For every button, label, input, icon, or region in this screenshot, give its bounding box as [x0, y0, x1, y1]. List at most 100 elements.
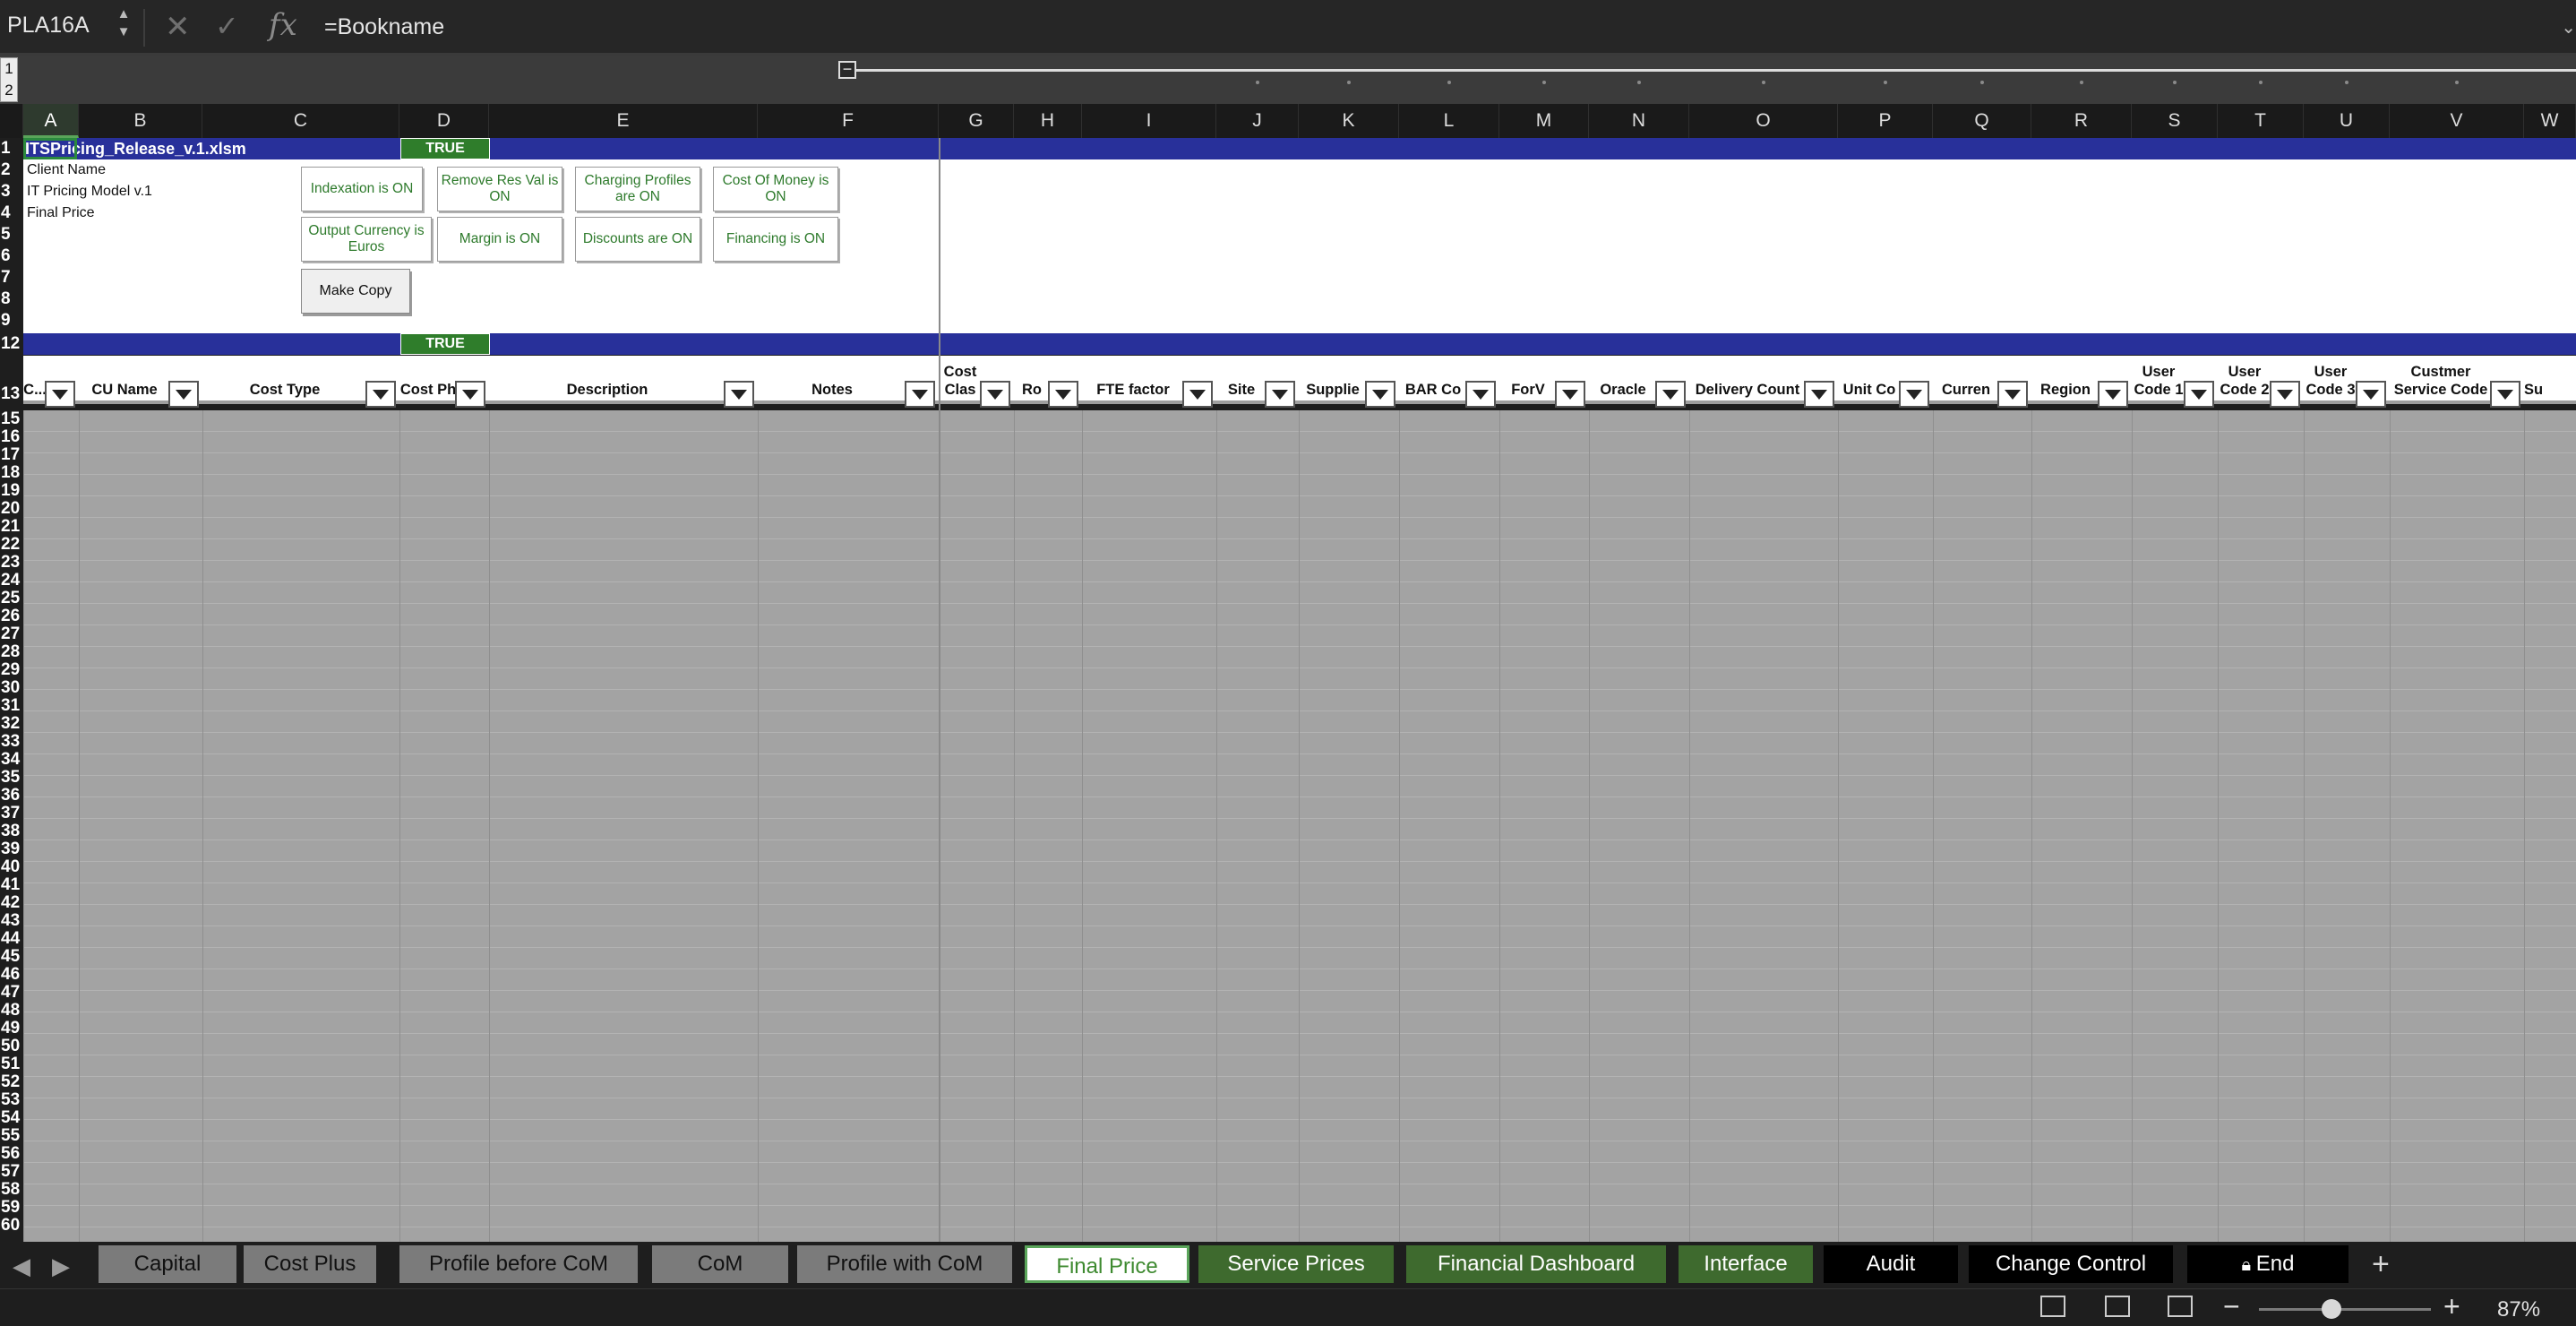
row-header[interactable]: 52 [0, 1073, 23, 1091]
row-header[interactable]: 46 [0, 966, 23, 984]
row-header[interactable]: 45 [0, 948, 23, 966]
chevron-down-icon[interactable]: ⌄ [2561, 16, 2576, 39]
tab-cost-plus[interactable]: Cost Plus [244, 1245, 376, 1283]
filter-dropdown-icon[interactable] [1555, 381, 1585, 408]
filter-dropdown-icon[interactable] [1365, 381, 1395, 408]
column-header-i[interactable]: I [1082, 104, 1216, 138]
column-header-f[interactable]: F [758, 104, 939, 138]
column-header-e[interactable]: E [489, 104, 758, 138]
row-header[interactable]: 38 [0, 822, 23, 840]
final-price-label[interactable]: Final Price [27, 202, 95, 224]
filter-dropdown-icon[interactable] [980, 381, 1010, 408]
margin-toggle-button[interactable]: Margin is ON [437, 217, 562, 262]
zoom-out-icon[interactable]: − [2223, 1290, 2240, 1323]
tab-financial-dashboard[interactable]: Financial Dashboard [1406, 1245, 1666, 1283]
enter-check-icon[interactable]: ✓ [215, 9, 239, 43]
filter-dropdown-icon[interactable] [1899, 381, 1929, 408]
row-header[interactable]: 56 [0, 1145, 23, 1163]
row-header[interactable]: 39 [0, 840, 23, 858]
row-header[interactable]: 2 [0, 159, 23, 181]
filter-dropdown-icon[interactable] [168, 381, 199, 408]
column-header-m[interactable]: M [1499, 104, 1589, 138]
filter-dropdown-icon[interactable] [2184, 381, 2214, 408]
filter-dropdown-icon[interactable] [724, 381, 754, 408]
row-header[interactable]: 44 [0, 930, 23, 948]
filter-dropdown-icon[interactable] [2098, 381, 2128, 408]
tab-change-control[interactable]: Change Control [1969, 1245, 2173, 1283]
filter-dropdown-icon[interactable] [1804, 381, 1834, 408]
page-break-view-icon[interactable] [2168, 1296, 2193, 1317]
column-header-o[interactable]: O [1689, 104, 1838, 138]
filter-dropdown-icon[interactable] [2270, 381, 2300, 408]
formula-input[interactable]: =Bookname [324, 14, 444, 40]
row-header[interactable]: 35 [0, 769, 23, 787]
row-header[interactable]: 6 [0, 245, 23, 267]
row-header[interactable]: 7 [0, 267, 23, 288]
tab-scroll-right-icon[interactable]: ▶ [52, 1253, 70, 1280]
row-header[interactable]: 59 [0, 1199, 23, 1217]
outline-level-1[interactable]: 1 [1, 58, 17, 80]
column-header-a[interactable]: A [23, 104, 79, 138]
row-header[interactable]: 53 [0, 1091, 23, 1109]
row-header[interactable]: 49 [0, 1020, 23, 1038]
column-header-d[interactable]: D [399, 104, 489, 138]
output-currency-toggle-button[interactable]: Output Currency is Euros [301, 217, 432, 262]
select-all-corner[interactable] [0, 104, 23, 138]
row-header[interactable]: 34 [0, 751, 23, 769]
row-header[interactable]: 50 [0, 1038, 23, 1055]
client-name-label[interactable]: Client Name [27, 159, 106, 181]
tab-service-prices[interactable]: Service Prices [1198, 1245, 1394, 1283]
row-header[interactable]: 24 [0, 572, 23, 590]
row-header[interactable]: 25 [0, 590, 23, 607]
name-box[interactable]: PLA16A [7, 13, 90, 39]
tab-capital[interactable]: Capital [99, 1245, 236, 1283]
row-header[interactable]: 8 [0, 288, 23, 310]
row-header[interactable]: 57 [0, 1163, 23, 1181]
cost-of-money-toggle-button[interactable]: Cost Of Money is ON [713, 167, 838, 211]
row-header[interactable]: 55 [0, 1127, 23, 1145]
column-header-b[interactable]: B [79, 104, 202, 138]
filter-dropdown-icon[interactable] [1997, 381, 2028, 408]
charging-profiles-toggle-button[interactable]: Charging Profiles are ON [575, 167, 700, 211]
row-header[interactable]: 21 [0, 518, 23, 536]
row-header[interactable]: 9 [0, 310, 23, 332]
filter-dropdown-icon[interactable] [1182, 381, 1213, 408]
row-header[interactable]: 43 [0, 912, 23, 930]
filter-dropdown-icon[interactable] [365, 381, 396, 408]
row-header[interactable]: 31 [0, 697, 23, 715]
tab-end[interactable]: 🔒︎ End [2187, 1245, 2348, 1283]
row-header[interactable]: 23 [0, 554, 23, 572]
tab-audit[interactable]: Audit [1824, 1245, 1958, 1283]
filter-dropdown-icon[interactable] [1048, 381, 1078, 408]
row-header[interactable]: 1 [0, 138, 23, 159]
filter-dropdown-icon[interactable] [455, 381, 485, 408]
outline-level-buttons[interactable]: 12 [0, 57, 18, 102]
flag-cell-d1[interactable]: TRUE [400, 138, 490, 159]
row-header[interactable]: 42 [0, 894, 23, 912]
row-header[interactable]: 13 [0, 357, 23, 409]
row-header[interactable]: 58 [0, 1181, 23, 1199]
column-header-s[interactable]: S [2132, 104, 2218, 138]
name-box-stepper-icon[interactable]: ▲ ▼ [115, 5, 133, 41]
row-header[interactable]: 18 [0, 464, 23, 482]
worksheet-grid[interactable]: TRUE TRUE ITSPricing_Release_v.1.xlsm Cl… [23, 138, 2576, 1242]
row-header[interactable]: 16 [0, 428, 23, 446]
flag-cell-d12[interactable]: TRUE [400, 333, 490, 355]
filter-dropdown-icon[interactable] [2490, 381, 2520, 408]
page-layout-view-icon[interactable] [2105, 1296, 2130, 1317]
row-header[interactable]: 40 [0, 858, 23, 876]
data-area[interactable] [23, 410, 2576, 1242]
column-header-k[interactable]: K [1299, 104, 1399, 138]
column-header-j[interactable]: J [1216, 104, 1299, 138]
function-icon[interactable]: fx [269, 7, 297, 43]
row-header[interactable]: 22 [0, 536, 23, 554]
row-header[interactable]: 3 [0, 181, 23, 202]
row-header[interactable]: 37 [0, 805, 23, 822]
normal-view-icon[interactable] [2040, 1296, 2065, 1317]
row-header[interactable]: 32 [0, 715, 23, 733]
column-header-v[interactable]: V [2390, 104, 2524, 138]
column-header-t[interactable]: T [2218, 104, 2304, 138]
row-header[interactable]: 41 [0, 876, 23, 894]
row-header[interactable]: 20 [0, 500, 23, 518]
filter-dropdown-icon[interactable] [2356, 381, 2386, 408]
